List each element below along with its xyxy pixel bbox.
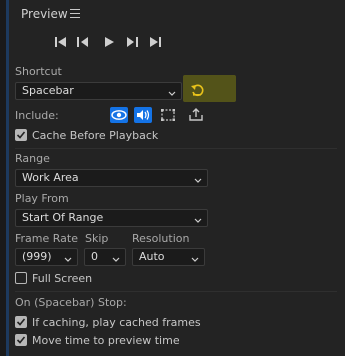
section-divider xyxy=(15,148,337,149)
move-time-label: Move time to preview time xyxy=(32,334,180,347)
video-toggle-button[interactable] xyxy=(110,107,128,123)
play-from-value: Start Of Range xyxy=(22,211,104,224)
range-dropdown[interactable]: Work Area xyxy=(15,169,208,187)
shortcut-dropdown[interactable]: Spacebar xyxy=(15,82,182,100)
panel-title[interactable]: Preview xyxy=(21,7,68,21)
export-icon xyxy=(189,108,203,121)
resolution-label: Resolution xyxy=(132,232,190,245)
checkmark-icon xyxy=(16,336,26,344)
skip-label: Skip xyxy=(85,232,109,245)
frame-rate-label: Frame Rate xyxy=(15,232,78,245)
play-from-label: Play From xyxy=(15,192,69,205)
chevron-down-icon xyxy=(168,87,176,96)
cache-before-playback-checkbox[interactable] xyxy=(15,129,27,141)
play-from-dropdown[interactable]: Start Of Range xyxy=(15,209,208,227)
overlay-frame-icon xyxy=(161,109,175,121)
chevron-down-icon xyxy=(191,253,199,262)
play-icon xyxy=(105,37,114,47)
speaker-icon xyxy=(137,110,150,120)
chevron-down-icon xyxy=(64,253,72,262)
checkmark-icon xyxy=(16,131,26,139)
full-screen-checkbox[interactable] xyxy=(15,272,27,284)
frame-rate-value: (999) xyxy=(22,250,52,263)
play-button[interactable] xyxy=(102,35,116,49)
first-frame-icon xyxy=(55,37,66,47)
shortcut-label: Shortcut xyxy=(15,65,62,78)
range-label: Range xyxy=(15,152,50,165)
export-toggle-button[interactable] xyxy=(187,107,205,123)
move-time-checkbox[interactable] xyxy=(15,334,27,346)
include-label: Include: xyxy=(15,109,59,122)
overlays-toggle-button[interactable] xyxy=(159,107,177,123)
chevron-down-icon xyxy=(194,174,202,183)
panel-menu-icon[interactable] xyxy=(70,9,80,18)
play-cached-frames-label: If caching, play cached frames xyxy=(32,316,201,329)
reset-arrow-icon[interactable] xyxy=(190,83,204,97)
skip-value: 0 xyxy=(91,250,98,263)
cache-before-playback-label: Cache Before Playback xyxy=(32,129,159,142)
full-screen-label: Full Screen xyxy=(32,272,93,285)
chevron-down-icon xyxy=(112,253,120,262)
next-frame-button[interactable] xyxy=(125,35,139,49)
shortcut-value: Spacebar xyxy=(22,84,74,97)
section-divider xyxy=(15,291,337,292)
previous-frame-button[interactable] xyxy=(76,35,90,49)
resolution-value: Auto xyxy=(139,250,165,263)
frame-rate-dropdown[interactable]: (999) xyxy=(15,248,78,266)
eye-icon xyxy=(111,110,127,120)
panel-focus-indicator xyxy=(6,0,9,356)
on-stop-label: On (Spacebar) Stop: xyxy=(15,296,127,309)
play-cached-frames-checkbox[interactable] xyxy=(15,316,27,328)
skip-dropdown[interactable]: 0 xyxy=(84,248,126,266)
audio-toggle-button[interactable] xyxy=(134,107,152,123)
first-frame-button[interactable] xyxy=(54,35,68,49)
resolution-dropdown[interactable]: Auto xyxy=(132,248,205,266)
next-frame-icon xyxy=(127,37,138,47)
previous-frame-icon xyxy=(77,37,88,47)
last-frame-icon xyxy=(150,37,161,47)
chevron-down-icon xyxy=(194,214,202,223)
range-value: Work Area xyxy=(22,171,79,184)
checkmark-icon xyxy=(16,318,26,326)
last-frame-button[interactable] xyxy=(148,35,162,49)
